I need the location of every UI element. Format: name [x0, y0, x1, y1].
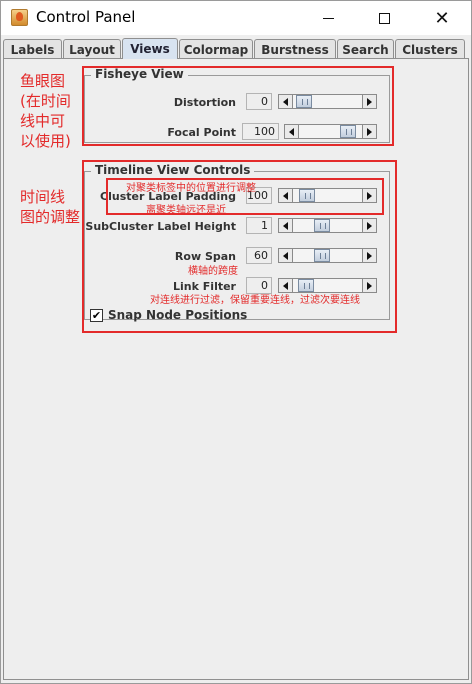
maximize-button[interactable] — [361, 1, 407, 35]
close-icon: ✕ — [434, 7, 450, 29]
tab-bar: Labels Layout Views Colormap Burstness S… — [3, 38, 469, 59]
close-button[interactable]: ✕ — [419, 1, 465, 35]
window-title: Control Panel — [36, 8, 136, 26]
tab-colormap[interactable]: Colormap — [179, 39, 253, 59]
tab-clusters[interactable]: Clusters — [395, 39, 465, 59]
title-bar[interactable]: Control Panel ✕ — [1, 1, 471, 35]
views-tab-panel: Fisheye View Distortion 0 Focal Point 10… — [3, 58, 469, 680]
timeline-note: 时间线 图的调整 — [20, 188, 81, 226]
padding-note-top: 对聚类标签中的位置进行调整 — [126, 183, 256, 194]
control-panel-window: Control Panel ✕ Labels Layout Views Colo… — [0, 0, 472, 684]
tab-layout[interactable]: Layout — [63, 39, 121, 59]
maximize-icon — [378, 12, 390, 24]
rowspan-note: 横轴的跨度 — [188, 266, 238, 277]
tab-views[interactable]: Views — [122, 38, 178, 59]
fisheye-note: 鱼眼图 (在时间 线中可 以使用) — [20, 72, 71, 150]
tab-labels[interactable]: Labels — [3, 39, 62, 59]
minimize-button[interactable] — [305, 1, 351, 35]
tab-burstness[interactable]: Burstness — [254, 39, 336, 59]
java-cup-icon — [11, 9, 28, 26]
linkfilter-note: 对连线进行过滤，保留重要连线，过滤次要连线 — [150, 295, 360, 306]
padding-note-bottom: 离聚类轴远还是近 — [146, 205, 226, 216]
fisheye-annotation-box — [82, 66, 394, 146]
minimize-icon — [322, 17, 334, 19]
tab-search[interactable]: Search — [337, 39, 394, 59]
